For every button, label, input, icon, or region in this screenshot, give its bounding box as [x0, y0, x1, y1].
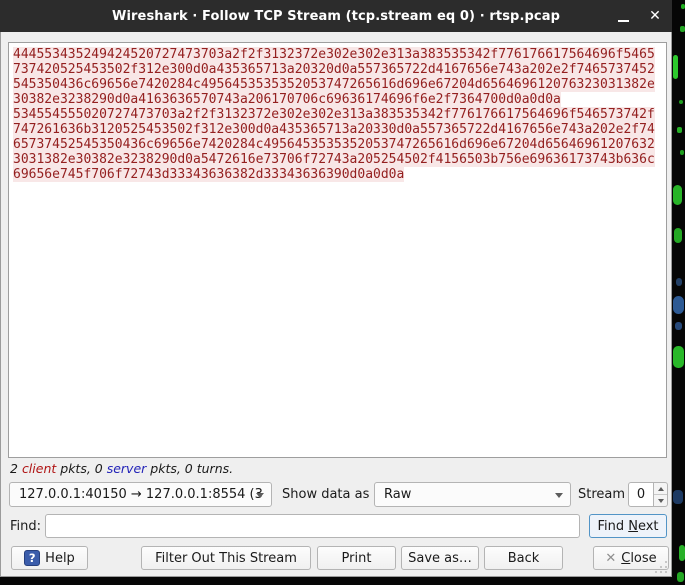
- print-label: Print: [342, 551, 372, 566]
- print-button[interactable]: Print: [317, 546, 396, 570]
- stream-line: 747261636b3120525453502f312e300d0a435365…: [13, 122, 662, 137]
- desktop-icon-fragment: [675, 322, 682, 330]
- desktop-icon-fragment: [679, 545, 685, 561]
- stream-line: 30382e3238290d0a4163636570743a206170706c…: [13, 92, 662, 107]
- chevron-up-icon: [658, 487, 664, 491]
- close-icon: ✕: [605, 551, 616, 566]
- desktop-icon-fragment: [680, 150, 684, 155]
- filter-out-stream-label: Filter Out This Stream: [155, 551, 297, 566]
- desktop-icon-fragment: [673, 296, 684, 314]
- desktop-icon-fragment: [681, 4, 685, 9]
- server-pkts-label: server: [107, 461, 147, 476]
- stream-line: 534554555020727473703a2f2f3132372e302e30…: [13, 107, 662, 122]
- stream-line: 69656e745f706f72743d33343636382d33343636…: [13, 167, 662, 182]
- stream-direction-value: 127.0.0.1:40150 → 127.0.0.1:8554 (3: [19, 487, 263, 502]
- stream-line: 545350436c69656e7420284c4956453535352053…: [13, 77, 662, 92]
- find-input[interactable]: [45, 514, 580, 538]
- show-data-as-select[interactable]: Raw: [374, 482, 571, 507]
- desktop-icon-fragment: [680, 26, 685, 32]
- desktop-icon-fragment: [673, 55, 678, 79]
- chevron-down-icon: [256, 493, 264, 498]
- stream-content-area[interactable]: 444553435249424520727473703a2f2f3132372e…: [8, 42, 667, 458]
- show-data-as-value: Raw: [384, 487, 411, 502]
- minimize-icon: [618, 20, 629, 22]
- find-label: Find:: [10, 519, 41, 534]
- stream-number-value[interactable]: 0: [628, 482, 654, 507]
- status-text: 2: [10, 461, 22, 476]
- desktop-icon-fragment: [676, 278, 682, 286]
- spin-up-button[interactable]: [654, 483, 667, 495]
- help-icon: ?: [24, 550, 40, 566]
- chevron-down-icon: [555, 493, 563, 498]
- desktop-icon-fragment: [674, 228, 682, 243]
- show-data-as-label: Show data as: [282, 487, 369, 502]
- desktop-icon-fragment: [679, 100, 683, 104]
- stream-direction-select[interactable]: 127.0.0.1:40150 → 127.0.0.1:8554 (3: [9, 482, 272, 507]
- save-as-label: Save as…: [408, 551, 472, 566]
- desktop-icon-fragment: [677, 572, 684, 582]
- resize-grip[interactable]: [655, 561, 667, 573]
- close-window-button[interactable]: ✕: [640, 0, 670, 32]
- close-label: Close: [621, 551, 656, 566]
- stream-statistics: 2 client pkts, 0 server pkts, 0 turns.: [10, 461, 233, 476]
- status-text: pkts, 0 turns.: [146, 461, 233, 476]
- status-text: pkts, 0: [56, 461, 106, 476]
- stream-line: 444553435249424520727473703a2f2f3132372e…: [13, 47, 662, 62]
- desktop-icon-fragment: [673, 490, 683, 504]
- window-title: Wireshark · Follow TCP Stream (tcp.strea…: [112, 9, 560, 24]
- desktop-icon-fragment: [677, 127, 682, 133]
- client-pkts-label: client: [22, 461, 56, 476]
- titlebar[interactable]: Wireshark · Follow TCP Stream (tcp.strea…: [0, 0, 672, 32]
- find-next-label: Find Next: [597, 519, 658, 534]
- stream-line: 737420525453502f312e300d0a435365713a2032…: [13, 62, 662, 77]
- stream-label: Stream: [578, 487, 625, 502]
- minimize-button[interactable]: [608, 0, 638, 32]
- help-label: Help: [45, 551, 75, 566]
- close-icon: ✕: [649, 8, 661, 24]
- desktop-icon-fragment: [673, 346, 684, 368]
- save-as-button[interactable]: Save as…: [401, 546, 479, 570]
- desktop-icon-fragment: [673, 185, 682, 205]
- find-next-button[interactable]: Find Next: [589, 514, 667, 538]
- stream-number-stepper: 0: [628, 482, 668, 507]
- back-label: Back: [508, 551, 540, 566]
- help-button[interactable]: ? Help: [11, 546, 88, 570]
- stream-line: 3031382e30382e3238290d0a5472616e73706f72…: [13, 152, 662, 167]
- chevron-down-icon: [658, 499, 664, 503]
- follow-tcp-stream-dialog: Wireshark · Follow TCP Stream (tcp.strea…: [0, 0, 672, 577]
- back-button[interactable]: Back: [484, 546, 563, 570]
- filter-out-stream-button[interactable]: Filter Out This Stream: [141, 546, 311, 570]
- stream-line: 65737452545350436c69656e7420284c49564535…: [13, 137, 662, 152]
- spin-down-button[interactable]: [654, 495, 667, 506]
